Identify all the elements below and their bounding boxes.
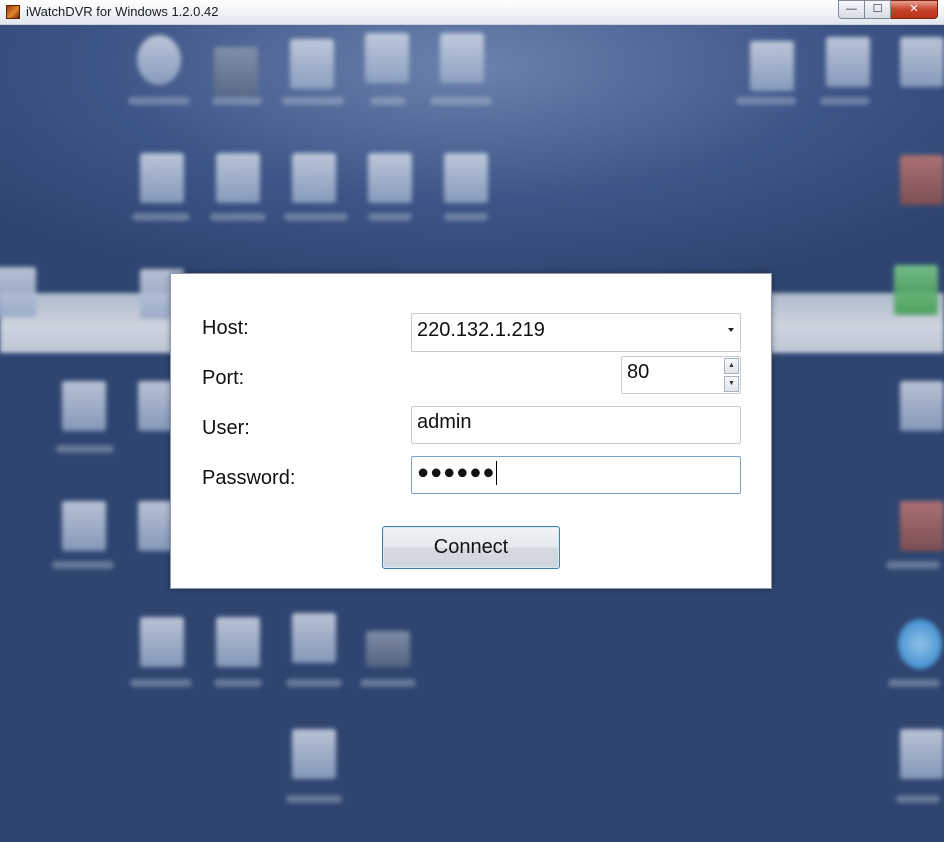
blurred-desktop-label [286, 795, 342, 803]
text-caret [496, 461, 498, 485]
blurred-desktop-label [128, 97, 190, 105]
blurred-desktop-icon [368, 153, 412, 203]
blurred-desktop-icon [292, 153, 336, 203]
blurred-desktop-icon [900, 37, 944, 87]
blurred-desktop-icon [0, 267, 36, 317]
blurred-desktop-icon [216, 617, 260, 667]
blurred-desktop-icon [62, 501, 106, 551]
password-input[interactable]: ●●●●●● [411, 456, 741, 494]
blurred-desktop-icon [292, 613, 336, 663]
user-input[interactable]: admin [411, 406, 741, 444]
blurred-desktop-icon [900, 501, 944, 551]
blurred-desktop-label [370, 97, 406, 105]
blurred-desktop-label [368, 213, 412, 221]
blurred-desktop-label [132, 213, 190, 221]
port-spinner: ▲ ▼ [724, 358, 739, 393]
connect-button[interactable]: Connect [382, 526, 560, 569]
minimize-button[interactable]: — [838, 0, 865, 19]
blurred-desktop-icon [140, 617, 184, 667]
blurred-desktop-icon [900, 155, 944, 205]
blurred-desktop-label [896, 795, 940, 803]
blurred-desktop-icon [214, 47, 258, 97]
blurred-desktop-icon [365, 33, 409, 83]
blurred-desktop-icon [140, 153, 184, 203]
blurred-desktop-icon [290, 39, 334, 89]
password-dots: ●●●●●● [417, 461, 496, 484]
blurred-desktop-label [886, 561, 940, 569]
blurred-desktop-icon [750, 41, 794, 91]
blurred-desktop-label [282, 97, 344, 105]
blurred-desktop-label [736, 97, 796, 105]
user-label: User: [202, 417, 250, 439]
host-value: 220.132.1.219 [417, 319, 545, 341]
user-value: admin [417, 411, 472, 433]
blurred-desktop-label [210, 213, 266, 221]
blurred-desktop-label [286, 679, 342, 687]
blurred-desktop-icon [440, 33, 484, 83]
password-label: Password: [202, 467, 296, 489]
blurred-desktop-icon [62, 381, 106, 431]
maximize-button[interactable]: ☐ [865, 0, 891, 19]
blurred-desktop-icon [826, 37, 870, 87]
blurred-desktop-label [56, 445, 114, 453]
app-icon [6, 5, 20, 19]
spin-up-icon[interactable]: ▲ [724, 358, 739, 374]
host-label: Host: [202, 317, 249, 339]
blurred-desktop-icon [444, 153, 488, 203]
blurred-desktop-icon [216, 153, 260, 203]
password-value: ●●●●●● [417, 461, 498, 485]
blurred-desktop-icon [898, 619, 942, 669]
title-bar: iWatchDVR for Windows 1.2.0.42 — ☐ ✕ [0, 0, 944, 25]
chevron-down-icon[interactable] [728, 328, 734, 332]
blurred-desktop-icon [900, 729, 944, 779]
blurred-desktop-icon [366, 631, 410, 667]
window-title: iWatchDVR for Windows 1.2.0.42 [26, 4, 219, 19]
blurred-desktop-label [212, 97, 262, 105]
blurred-desktop-icon [894, 265, 938, 315]
blurred-desktop-label [888, 679, 940, 687]
connection-dialog: Host: 220.132.1.219 Port: 80 ▲ ▼ User: a… [170, 273, 772, 589]
blurred-desktop-label [430, 97, 492, 105]
blurred-desktop-icon [900, 381, 944, 431]
close-button[interactable]: ✕ [891, 0, 938, 19]
host-combobox[interactable]: 220.132.1.219 [411, 313, 741, 352]
blurred-desktop-label [444, 213, 488, 221]
blurred-desktop-label [820, 97, 870, 105]
port-value: 80 [627, 361, 650, 383]
blurred-desktop-label [360, 679, 416, 687]
blurred-desktop-icon [137, 35, 181, 85]
port-label: Port: [202, 367, 245, 389]
blurred-desktop-label [214, 679, 262, 687]
spin-down-icon[interactable]: ▼ [724, 376, 739, 392]
blurred-desktop-label [130, 679, 192, 687]
blurred-desktop-label [52, 561, 114, 569]
port-stepper[interactable]: 80 ▲ ▼ [621, 356, 741, 394]
window-controls: — ☐ ✕ [838, 0, 938, 19]
blurred-desktop-icon [292, 729, 336, 779]
blurred-desktop-label [284, 213, 348, 221]
